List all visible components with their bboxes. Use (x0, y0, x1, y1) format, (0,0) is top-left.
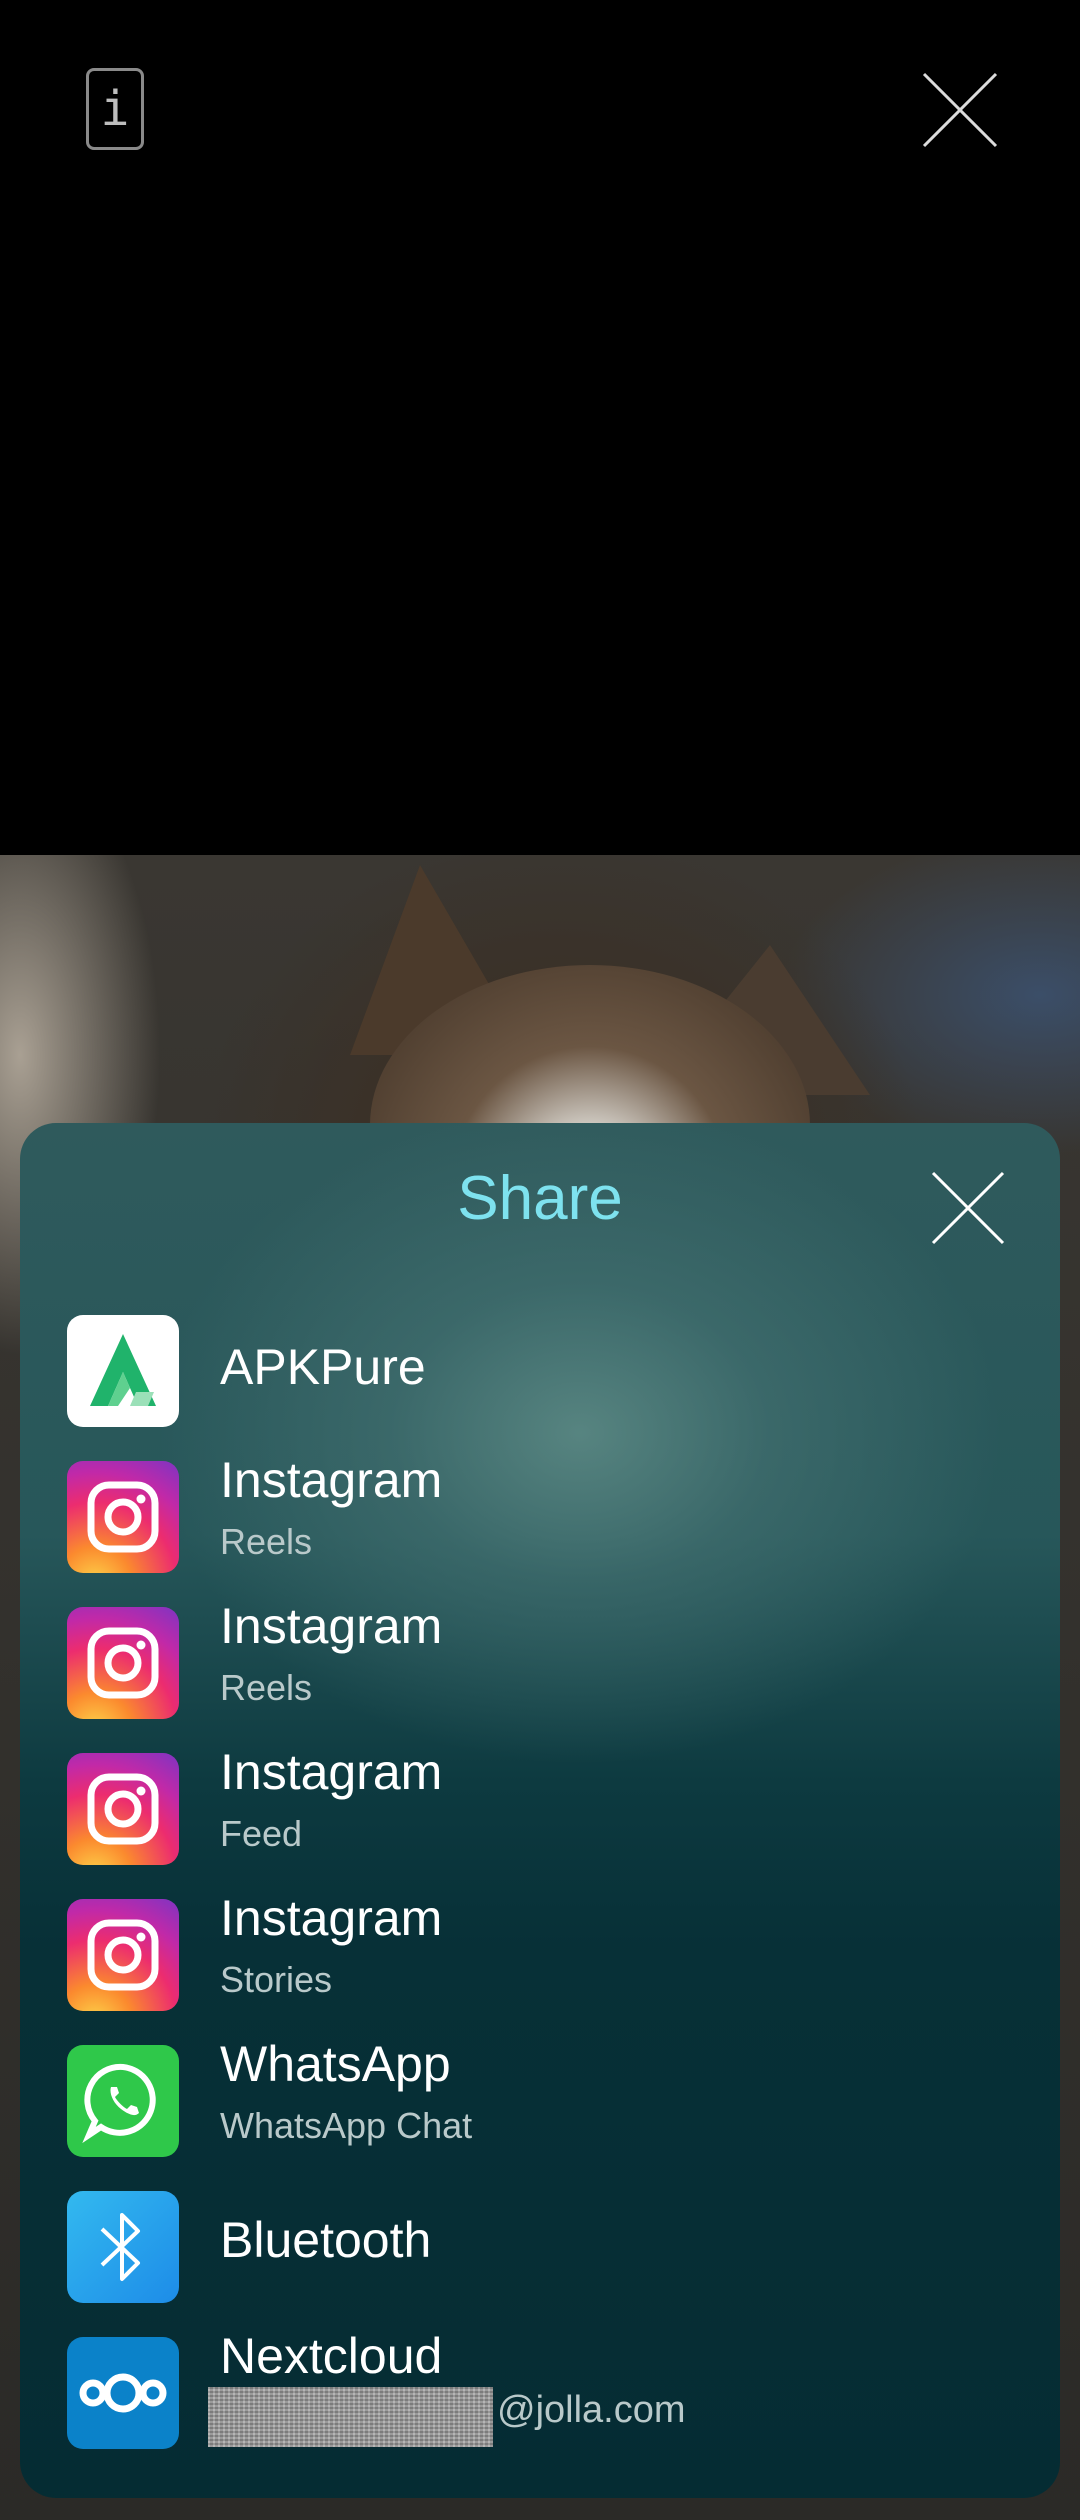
nextcloud-icon (67, 2337, 179, 2449)
share-item-subtitle: @jolla.com (497, 2389, 686, 2431)
share-sheet: Share APKPure Instagram Reels Instagram … (20, 1123, 1060, 2498)
share-item-whatsapp[interactable]: WhatsApp WhatsApp Chat (20, 2035, 1060, 2165)
share-item-title: Bluetooth (220, 2212, 432, 2268)
share-item-title: APKPure (220, 1339, 426, 1395)
share-item-bluetooth[interactable]: Bluetooth (20, 2181, 1060, 2311)
share-item-instagram-reels[interactable]: Instagram Reels (20, 1597, 1060, 1727)
redacted-account-name (208, 2387, 493, 2447)
share-item-subtitle: Reels (220, 1521, 313, 1562)
bluetooth-icon (67, 2191, 179, 2303)
whatsapp-icon (67, 2045, 179, 2157)
instagram-icon (67, 1607, 179, 1719)
share-item-title: Instagram (220, 1452, 443, 1508)
share-item-title: Instagram (220, 1890, 443, 1946)
share-item-subtitle: Feed (220, 1813, 303, 1854)
share-item-subtitle: Stories (220, 1959, 333, 2000)
share-item-apkpure[interactable]: APKPure (20, 1305, 1060, 1435)
share-item-title: Instagram (220, 1598, 443, 1654)
share-target-list: APKPure Instagram Reels Instagram Reels … (20, 1123, 1060, 2498)
share-item-title: Nextcloud (220, 2328, 443, 2384)
instagram-icon (67, 1899, 179, 2011)
share-item-instagram-stories[interactable]: Instagram Stories (20, 1889, 1060, 2019)
apkpure-icon (67, 1315, 179, 1427)
share-item-title: WhatsApp (220, 2036, 451, 2092)
instagram-icon (67, 1461, 179, 1573)
info-icon: i (100, 81, 130, 137)
share-item-subtitle: WhatsApp Chat (220, 2105, 473, 2146)
share-item-instagram-feed[interactable]: Instagram Feed (20, 1743, 1060, 1873)
instagram-icon (67, 1753, 179, 1865)
share-item-nextcloud[interactable]: Nextcloud @jolla.com (20, 2327, 1060, 2457)
share-item-instagram-reels[interactable]: Instagram Reels (20, 1451, 1060, 1581)
share-item-subtitle: Reels (220, 1667, 313, 1708)
info-button[interactable]: i (86, 68, 144, 150)
close-icon[interactable] (920, 70, 1000, 150)
share-item-title: Instagram (220, 1744, 443, 1800)
